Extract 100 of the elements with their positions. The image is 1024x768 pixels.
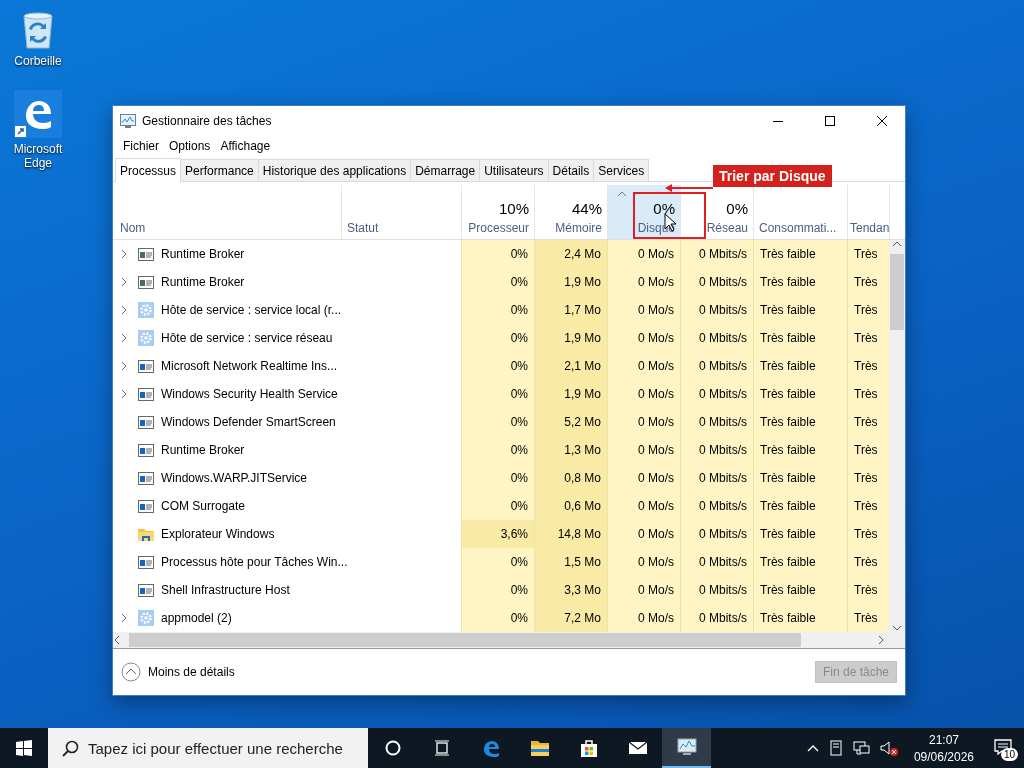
task-manager-icon [120, 113, 136, 129]
search-field[interactable]: Tapez ici pour effectuer une recherche [48, 728, 368, 768]
expand-chevron-icon[interactable] [121, 249, 128, 259]
window-title: Gestionnaire des tâches [142, 114, 273, 128]
process-name[interactable]: Runtime Broker [161, 443, 245, 457]
column-label: Réseau [706, 221, 748, 235]
tab[interactable]: Historique des applications [257, 159, 412, 181]
network-icon[interactable] [852, 740, 870, 756]
table-cell: 3,6% [461, 520, 534, 548]
taskbar-app[interactable] [662, 728, 711, 768]
process-name[interactable]: Runtime Broker [161, 275, 245, 289]
process-name[interactable]: Shell Infrastructure Host [161, 583, 290, 597]
process-name[interactable]: Windows Security Health Service [161, 387, 338, 401]
process-name[interactable]: Windows Defender SmartScreen [161, 415, 336, 429]
tab[interactable]: Processus [115, 158, 182, 182]
table-cell: Très faible [753, 436, 847, 464]
menu-item[interactable]: Fichier [118, 139, 164, 153]
table-cell: 1,5 Mo [534, 548, 607, 576]
process-name[interactable]: COM Surrogate [161, 499, 246, 513]
clock[interactable]: 21:07 09/06/2026 [907, 732, 980, 764]
table-cell: 0 Mo/s [607, 240, 680, 268]
table-cell: 0 Mo/s [607, 296, 680, 324]
scroll-down-icon[interactable] [892, 624, 902, 632]
table-cell: 1,3 Mo [534, 436, 607, 464]
chevron-up-icon[interactable] [806, 743, 819, 753]
table-cell: Très [847, 576, 889, 604]
column-header[interactable]: 0% Réseau [680, 185, 753, 239]
notifications-button[interactable]: 10 [990, 735, 1016, 761]
column-header[interactable]: Statut [341, 185, 461, 239]
table-cell: 0% [461, 380, 534, 408]
column-header[interactable]: Tendan [847, 185, 889, 239]
search-icon [62, 740, 79, 757]
process-name[interactable]: appmodel (2) [161, 611, 232, 625]
column-header[interactable]: Nom [113, 185, 341, 239]
window-icon [138, 358, 154, 374]
scrollbar-thumb[interactable] [129, 633, 801, 647]
process-name[interactable]: Windows.WARP.JITService [161, 471, 308, 485]
scroll-up-icon[interactable] [892, 240, 902, 248]
expand-chevron-icon[interactable] [121, 389, 128, 399]
folder-icon [529, 738, 550, 758]
table-cell: Très faible [753, 408, 847, 436]
callout-label: Trier par Disque [713, 165, 832, 187]
column-label: Mémoire [555, 221, 602, 235]
task-view-icon [433, 740, 450, 756]
window-icon [138, 246, 154, 262]
process-name[interactable]: Hôte de service : service réseau [161, 331, 333, 345]
process-name[interactable]: Hôte de service : service local (r... [161, 303, 342, 317]
table-cell: Très [847, 464, 889, 492]
table-cell: 14,8 Mo [534, 520, 607, 548]
table-cell: 0 Mbits/s [680, 520, 753, 548]
table-cell: Très [847, 380, 889, 408]
vertical-scrollbar[interactable] [889, 240, 905, 632]
expand-chevron-icon[interactable] [121, 361, 128, 371]
column-total: 44% [571, 200, 602, 217]
table-cell: 0 Mo/s [607, 548, 680, 576]
details-toggle[interactable]: Moins de détails [121, 662, 235, 682]
table-cell: 2,1 Mo [534, 352, 607, 380]
expand-chevron-icon[interactable] [121, 333, 128, 343]
tab[interactable]: Performance [180, 159, 259, 181]
process-name[interactable]: Explorateur Windows [161, 527, 275, 541]
edge-icon[interactable] [14, 90, 62, 138]
table-cell: Très [847, 604, 889, 632]
close-icon[interactable] [876, 115, 888, 127]
process-name[interactable]: Processus hôte pour Tâches Win... [161, 555, 348, 569]
table-cell: 1,7 Mo [534, 296, 607, 324]
desktop-icon-label[interactable]: Corbeille [8, 54, 68, 68]
table-cell: Très [847, 296, 889, 324]
table-cell: 1,9 Mo [534, 380, 607, 408]
menu-item[interactable]: Options [164, 139, 216, 153]
column-label: Processeur [468, 221, 529, 235]
tab[interactable]: Services [593, 159, 650, 181]
expand-chevron-icon[interactable] [121, 305, 128, 315]
scrollbar-thumb[interactable] [890, 254, 904, 330]
table-cell: 3,3 Mo [534, 576, 607, 604]
expand-chevron-icon[interactable] [121, 613, 128, 623]
table-cell: 0 Mo/s [607, 380, 680, 408]
table-cell: 0 Mo/s [607, 576, 680, 604]
expand-chevron-icon[interactable] [121, 277, 128, 287]
tab[interactable]: Utilisateurs [479, 159, 549, 181]
tab[interactable]: Détails [547, 159, 595, 181]
tablet-icon[interactable] [828, 740, 843, 756]
table-cell: 2,4 Mo [534, 240, 607, 268]
column-header[interactable]: Consommati... [753, 185, 847, 239]
maximize-icon[interactable] [824, 115, 836, 127]
table-cell: Très [847, 268, 889, 296]
clock-time: 21:07 [928, 732, 959, 747]
process-name[interactable]: Microsoft Network Realtime Ins... [161, 359, 338, 373]
table-cell: 0 Mbits/s [680, 436, 753, 464]
tab[interactable]: Démarrage [410, 159, 481, 181]
table-cell: Très [847, 240, 889, 268]
column-header[interactable]: 10% Processeur [461, 185, 534, 239]
speaker-muted-icon[interactable] [879, 739, 898, 757]
task-manager-icon [676, 737, 697, 757]
process-name[interactable]: Runtime Broker [161, 247, 245, 261]
desktop-icon-label[interactable]: Microsoft Edge [8, 142, 68, 170]
table-cell: 0 Mo/s [607, 604, 680, 632]
horizontal-scrollbar[interactable] [113, 632, 905, 649]
table-cell: Très faible [753, 380, 847, 408]
menu-item[interactable]: Affichage [215, 139, 276, 153]
table-cell: 5,2 Mo [534, 408, 607, 436]
